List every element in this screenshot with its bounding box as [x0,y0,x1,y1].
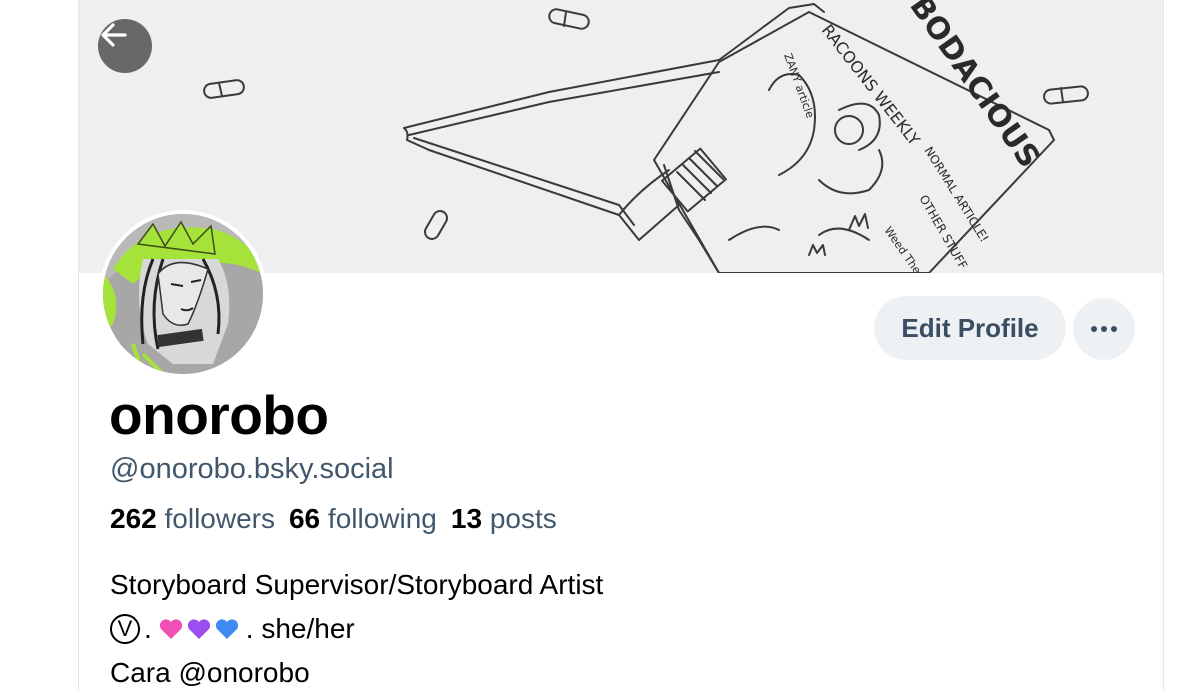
posts-count: 13 [450,503,483,534]
profile-bio: Storyboard Supervisor/Storyboard Artist … [110,563,603,690]
circled-v-symbol: V [110,614,140,644]
pill-shape [1043,85,1089,105]
pink-heart-icon [159,619,182,639]
followers-label: followers [164,503,275,534]
followers-stat[interactable]: 262 followers [110,503,275,535]
pill-shape [548,8,590,30]
display-name: onorobo [109,384,329,446]
more-options-button[interactable] [1073,298,1135,360]
profile-banner[interactable]: BODACIOUS RACOONS WEEKLY ZANY article NO… [79,0,1163,273]
pill-shape [203,79,245,99]
profile-handle: @onorobo.bsky.social [110,453,394,485]
posts-stat: 13 posts [451,503,557,535]
followers-count: 262 [110,503,157,534]
following-stat[interactable]: 66 following [289,503,437,535]
banner-sketch: BODACIOUS RACOONS WEEKLY ZANY article NO… [203,0,1089,273]
bio-line-3: Cara @onorobo [110,657,310,688]
purple-heart-icon [187,619,210,639]
banner-note-normal: NORMAL ARTICLE! [921,144,991,245]
edit-profile-button[interactable]: Edit Profile [874,296,1066,360]
banner-note-zany: ZANY article [781,52,817,121]
avatar-illustration [103,214,263,374]
avatar[interactable] [99,210,267,378]
profile-page: BODACIOUS RACOONS WEEKLY ZANY article NO… [78,0,1164,690]
blue-heart-icon [215,619,238,639]
bio-line-2: V . . she/her [110,607,603,651]
heart-emoji-group [158,617,240,641]
bio-separator: . [144,613,152,644]
banner-note-weed: Weed Theme [882,224,934,273]
arrow-left-icon [101,23,127,47]
bio-pronouns: . she/her [245,613,355,644]
pill-shape [424,210,448,240]
banner-magazine-subtitle: RACOONS WEEKLY [818,21,924,149]
posts-label: posts [489,503,557,534]
banner-magazine-title: BODACIOUS [902,0,1046,174]
back-button[interactable] [98,19,152,73]
bio-line-1: Storyboard Supervisor/Storyboard Artist [110,569,604,600]
ellipsis-icon [1091,326,1117,332]
profile-stats: 262 followers 66 following 13 posts [110,503,557,535]
following-count: 66 [288,503,321,534]
following-label: following [327,503,437,534]
